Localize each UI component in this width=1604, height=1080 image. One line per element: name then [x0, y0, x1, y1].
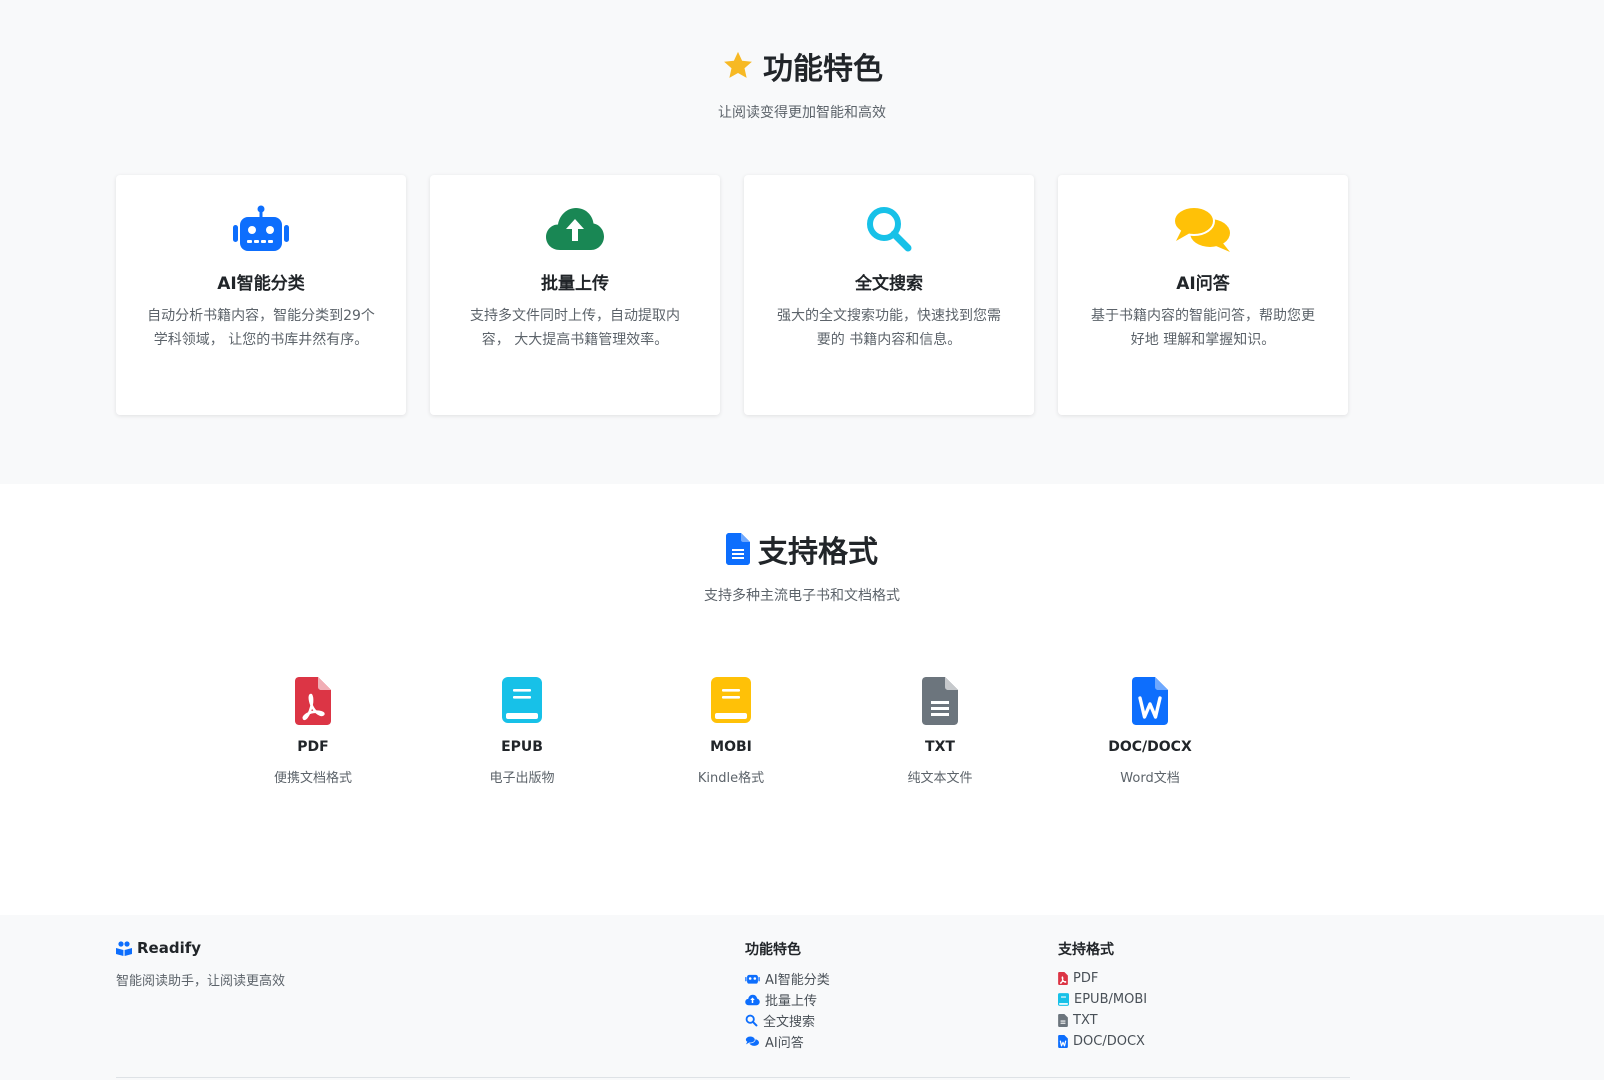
- feature-card-desc: 强大的全文搜索功能，快速找到您需要的 书籍内容和信息。: [777, 308, 1001, 348]
- features-section: 功能特色 让阅读变得更加智能和高效 AI智能分类 自动分析书籍内容，智能分类到2…: [0, 0, 1604, 484]
- search-icon: [867, 207, 912, 252]
- reader-logo-icon: [116, 940, 132, 956]
- footer-link-pdf[interactable]: PDF: [1058, 968, 1147, 989]
- format-desc: 便携文档格式: [273, 771, 352, 786]
- format-item-pdf: PDF 便携文档格式: [213, 677, 413, 786]
- feature-card-title: AI智能分类: [217, 274, 305, 294]
- feature-card-title: AI问答: [1176, 274, 1230, 294]
- footer-col-title: 支持格式: [1058, 942, 1114, 958]
- formats-title-text: 支持格式: [758, 535, 878, 570]
- footer-link-ai-qa[interactable]: AI问答: [745, 1031, 830, 1052]
- file-text-icon: [726, 533, 750, 565]
- format-name: DOC/DOCX: [1108, 739, 1192, 755]
- search-icon: [745, 1014, 758, 1027]
- chat-icon: [745, 1035, 760, 1046]
- format-desc: Word文档: [1120, 771, 1180, 786]
- feature-card-title: 批量上传: [541, 274, 609, 294]
- features-subtitle: 让阅读变得更加智能和高效: [718, 105, 886, 121]
- footer-link-label: PDF: [1073, 971, 1099, 986]
- robot-icon: [745, 974, 760, 984]
- format-name: TXT: [925, 739, 955, 755]
- star-icon: [724, 51, 752, 78]
- book-icon: [502, 677, 542, 723]
- file-pdf-icon: [1058, 972, 1068, 985]
- footer: Readify 智能阅读助手，让阅读更高效 功能特色 AI智能分类 批量上传 全…: [0, 915, 1604, 1080]
- feature-card-desc: 支持多文件同时上传，自动提取内容， 大大提高书籍管理效率。: [470, 308, 680, 348]
- footer-link-label: EPUB/MOBI: [1074, 992, 1148, 1007]
- format-item-epub: EPUB 电子出版物: [422, 677, 622, 786]
- footer-link-epub-mobi[interactable]: EPUB/MOBI: [1058, 989, 1147, 1010]
- footer-link-label: 全文搜索: [763, 1015, 816, 1030]
- features-title-text: 功能特色: [763, 52, 883, 87]
- footer-link-label: 批量上传: [765, 994, 818, 1009]
- feature-card-title: 全文搜索: [855, 274, 923, 294]
- feature-card-desc: 自动分析书籍内容，智能分类到29个学科领域， 让您的书库井然有序。: [147, 308, 375, 348]
- format-desc: 纯文本文件: [907, 771, 973, 786]
- file-text-icon: [1058, 1014, 1068, 1027]
- format-name: MOBI: [710, 739, 752, 755]
- book-icon: [1058, 993, 1069, 1006]
- chat-icon: [1173, 206, 1230, 252]
- footer-brand-name: Readify: [137, 939, 202, 957]
- file-text-icon: [922, 677, 958, 725]
- formats-header: 支持格式 支持多种主流电子书和文档格式: [0, 527, 1604, 605]
- footer-link-txt[interactable]: TXT: [1058, 1010, 1147, 1031]
- cloud-upload-icon: [546, 208, 604, 250]
- formats-title: 支持格式: [726, 527, 878, 571]
- features-title: 功能特色: [721, 44, 883, 88]
- cloud-upload-icon: [745, 994, 760, 1005]
- footer-link-label: TXT: [1073, 1013, 1098, 1028]
- footer-link-label: DOC/DOCX: [1073, 1034, 1145, 1049]
- footer-link-label: AI智能分类: [765, 973, 830, 988]
- format-item-txt: TXT 纯文本文件: [840, 677, 1040, 786]
- footer-tagline: 智能阅读助手，让阅读更高效: [116, 974, 286, 989]
- footer-brand[interactable]: Readify: [116, 939, 201, 957]
- file-word-icon: [1058, 1035, 1068, 1048]
- file-pdf-icon: [295, 677, 331, 725]
- footer-link-fulltext-search[interactable]: 全文搜索: [745, 1010, 830, 1031]
- format-item-mobi: MOBI Kindle格式: [631, 677, 831, 786]
- footer-link-ai-classify[interactable]: AI智能分类: [745, 968, 830, 989]
- format-desc: Kindle格式: [697, 771, 765, 786]
- feature-card-fulltext-search[interactable]: 全文搜索 强大的全文搜索功能，快速找到您需要的 书籍内容和信息。: [744, 175, 1034, 415]
- book-icon: [711, 677, 751, 723]
- feature-card-batch-upload[interactable]: 批量上传 支持多文件同时上传，自动提取内容， 大大提高书籍管理效率。: [430, 175, 720, 415]
- formats-subtitle: 支持多种主流电子书和文档格式: [704, 588, 900, 604]
- footer-link-label: AI问答: [765, 1036, 804, 1051]
- format-item-doc: DOC/DOCX Word文档: [1050, 677, 1250, 786]
- features-header: 功能特色 让阅读变得更加智能和高效: [0, 44, 1604, 122]
- feature-card-ai-qa[interactable]: AI问答 基于书籍内容的智能问答，帮助您更好地 理解和掌握知识。: [1058, 175, 1348, 415]
- footer-col-formats: 支持格式 PDF EPUB/MOBI TXT DOC/DOCX: [1058, 939, 1147, 1052]
- robot-icon: [233, 205, 289, 251]
- feature-card-desc: 基于书籍内容的智能问答，帮助您更好地 理解和掌握知识。: [1091, 308, 1315, 348]
- footer-divider: [116, 1077, 1350, 1078]
- footer-link-batch-upload[interactable]: 批量上传: [745, 989, 830, 1010]
- footer-link-doc[interactable]: DOC/DOCX: [1058, 1031, 1147, 1052]
- feature-card-ai-classify[interactable]: AI智能分类 自动分析书籍内容，智能分类到29个学科领域， 让您的书库井然有序。: [116, 175, 406, 415]
- format-desc: 电子出版物: [489, 771, 555, 786]
- footer-col-features: 功能特色 AI智能分类 批量上传 全文搜索 AI问答: [745, 939, 830, 1052]
- format-name: PDF: [297, 739, 329, 755]
- footer-col-title: 功能特色: [745, 942, 801, 958]
- file-word-icon: [1132, 677, 1168, 725]
- format-name: EPUB: [501, 739, 543, 755]
